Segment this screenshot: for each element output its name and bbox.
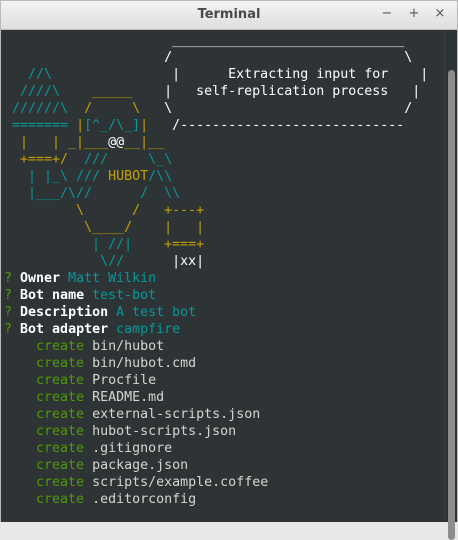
ascii-art-segment: //////\ xyxy=(4,101,85,116)
ascii-art-segment: | xyxy=(76,118,85,133)
create-line: create bin/hubot.cmd xyxy=(4,355,428,372)
scrollbar[interactable] xyxy=(444,30,457,540)
ascii-art-line: //\ | Extracting input for | xyxy=(4,66,428,83)
ascii-art-segment: / \ xyxy=(4,50,421,65)
create-action: create xyxy=(36,407,85,422)
ascii-art-segment: | Extracting input for | xyxy=(172,67,429,82)
create-action: create xyxy=(36,475,85,490)
created-file: external-scripts.json xyxy=(92,407,261,422)
created-file: .editorconfig xyxy=(92,492,197,507)
minimize-button[interactable]: − xyxy=(379,6,395,22)
create-line: create README.md xyxy=(4,389,428,406)
create-line: create hubot-scripts.json xyxy=(4,423,428,440)
ascii-art-segment: \// xyxy=(4,254,173,269)
ascii-art-segment: ======= xyxy=(4,118,77,133)
prompt-value: campfire xyxy=(116,322,181,337)
create-action: create xyxy=(36,492,85,507)
prompt-value: A test bot xyxy=(116,305,197,320)
ascii-art-segment: _____ xyxy=(92,84,165,99)
prompt-label: Description xyxy=(20,305,109,320)
terminal-text: _____________________________ / \ //\ | … xyxy=(4,32,428,508)
create-line: create package.json xyxy=(4,457,428,474)
ascii-art-segment: \ / +---+ xyxy=(4,203,205,218)
ascii-art-line: +===+/ /// \_\ xyxy=(4,151,428,168)
ascii-art-segment: [^_/\_] xyxy=(84,118,141,133)
prompt-value: Matt Wilkin xyxy=(68,271,157,286)
prompt-line: ? Owner Matt Wilkin xyxy=(4,270,428,287)
terminal-output[interactable]: _____________________________ / \ //\ | … xyxy=(1,30,445,522)
create-line: create .gitignore xyxy=(4,440,428,457)
prompt-line: ? Description A test bot xyxy=(4,304,428,321)
ascii-art-segment: | | _|___ xyxy=(4,135,109,150)
ascii-art-line: _____________________________ xyxy=(4,32,428,49)
created-file: bin/hubot.cmd xyxy=(92,356,197,371)
created-file: .gitignore xyxy=(92,441,173,456)
ascii-art-line: | | _|___@@__|__ xyxy=(4,134,428,151)
ascii-art-segment: | |_\ /// xyxy=(4,169,109,184)
question-mark: ? xyxy=(4,271,13,286)
ascii-art-segment: +===+ xyxy=(164,237,205,252)
prompt-label: Bot name xyxy=(20,288,85,303)
ascii-art-segment: +===+/ xyxy=(4,152,85,167)
ascii-art-segment: / \ xyxy=(84,101,165,116)
ascii-art-segment: | //| xyxy=(4,237,165,252)
ascii-art-segment: _____________________________ xyxy=(4,33,421,48)
ascii-art-line: ////\ _____ | self-replication process | xyxy=(4,83,428,100)
created-file: package.json xyxy=(92,458,189,473)
create-action: create xyxy=(36,424,85,439)
ascii-art-segment: \ / xyxy=(164,101,413,116)
close-button[interactable]: × xyxy=(432,6,448,22)
create-line: create external-scripts.json xyxy=(4,406,428,423)
prompt-line: ? Bot name test-bot xyxy=(4,287,428,304)
ascii-art-line: |___/\// / \\ xyxy=(4,185,428,202)
prompt-value: test-bot xyxy=(92,288,157,303)
ascii-art-segment: /\\ xyxy=(148,169,173,184)
ascii-art-line: //////\ / \ \ / xyxy=(4,100,428,117)
scrollbar-thumb[interactable] xyxy=(448,70,455,540)
question-mark: ? xyxy=(4,288,13,303)
ascii-art-segment: ////\ xyxy=(4,84,93,99)
ascii-art-line: ======= |[^_/\_]| /---------------------… xyxy=(4,117,428,134)
create-line: create Procfile xyxy=(4,372,428,389)
create-action: create xyxy=(36,339,85,354)
created-file: README.md xyxy=(92,390,165,405)
ascii-art-segment: __|__ xyxy=(124,135,165,150)
create-action: create xyxy=(36,441,85,456)
question-mark: ? xyxy=(4,305,13,320)
create-action: create xyxy=(36,458,85,473)
ascii-art-segment: HUBOT xyxy=(108,169,149,184)
create-action: create xyxy=(36,390,85,405)
create-line: create bin/hubot xyxy=(4,338,428,355)
ascii-art-line: \// |xx| xyxy=(4,253,428,270)
question-mark: ? xyxy=(4,322,13,337)
created-file: hubot-scripts.json xyxy=(92,424,237,439)
ascii-art-segment: \____/ | | xyxy=(4,220,205,235)
maximize-button[interactable]: + xyxy=(406,6,422,22)
prompt-line: ? Bot adapter campfire xyxy=(4,321,428,338)
created-file: scripts/example.coffee xyxy=(92,475,269,490)
terminal-window: Terminal − + × _________________________… xyxy=(0,0,458,540)
ascii-art-segment: @@ xyxy=(108,135,125,150)
ascii-art-segment: /// \_\ xyxy=(84,152,173,167)
ascii-art-line: / \ xyxy=(4,49,428,66)
ascii-art-line: \ / +---+ xyxy=(4,202,428,219)
ascii-art-segment: | xyxy=(140,118,173,133)
prompt-label: Bot adapter xyxy=(20,322,109,337)
ascii-art-line: | //| +===+ xyxy=(4,236,428,253)
create-action: create xyxy=(36,373,85,388)
ascii-art-segment: | self-replication process | xyxy=(164,84,421,99)
create-line: create .editorconfig xyxy=(4,491,428,508)
ascii-art-segment: |___/\// / \\ xyxy=(4,186,181,201)
create-action: create xyxy=(36,356,85,371)
created-file: bin/hubot xyxy=(92,339,165,354)
ascii-art-segment: |xx| xyxy=(172,254,205,269)
prompt-label: Owner xyxy=(20,271,61,286)
title-bar[interactable]: Terminal − + × xyxy=(1,1,457,30)
ascii-art-segment: /---------------------------- xyxy=(172,118,405,133)
ascii-art-line: | |_\ /// HUBOT/\\ xyxy=(4,168,428,185)
ascii-art-line: \____/ | | xyxy=(4,219,428,236)
ascii-art-segment: //\ xyxy=(4,67,173,82)
create-line: create scripts/example.coffee xyxy=(4,474,428,491)
created-file: Procfile xyxy=(92,373,157,388)
